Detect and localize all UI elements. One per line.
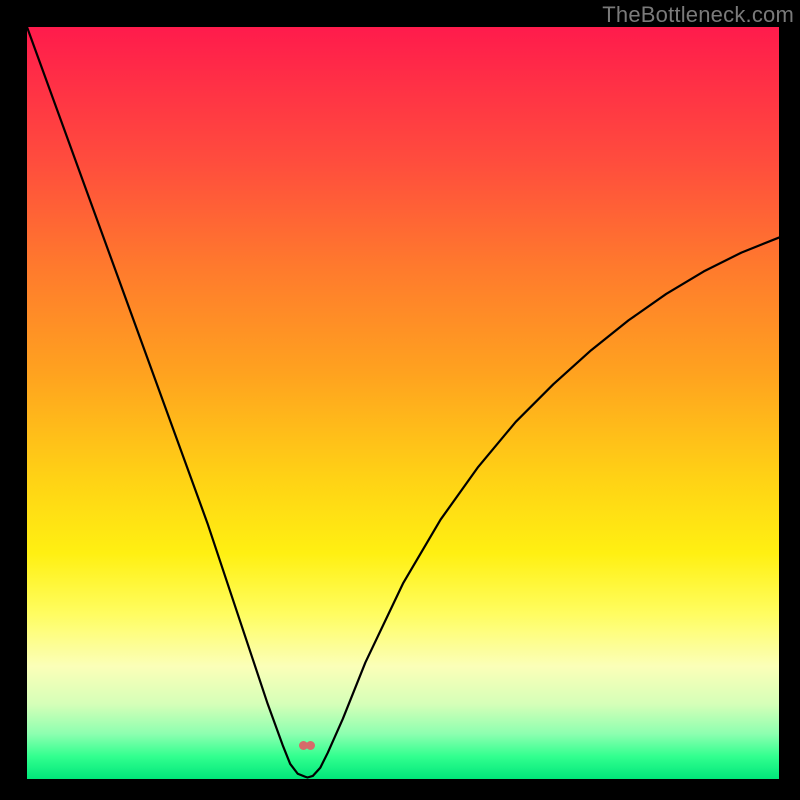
optimal-point-marker xyxy=(299,739,315,751)
watermark-text: TheBottleneck.com xyxy=(602,2,794,28)
bottleneck-curve xyxy=(0,0,800,800)
marker-dot xyxy=(306,741,315,750)
chart-frame: TheBottleneck.com xyxy=(0,0,800,800)
